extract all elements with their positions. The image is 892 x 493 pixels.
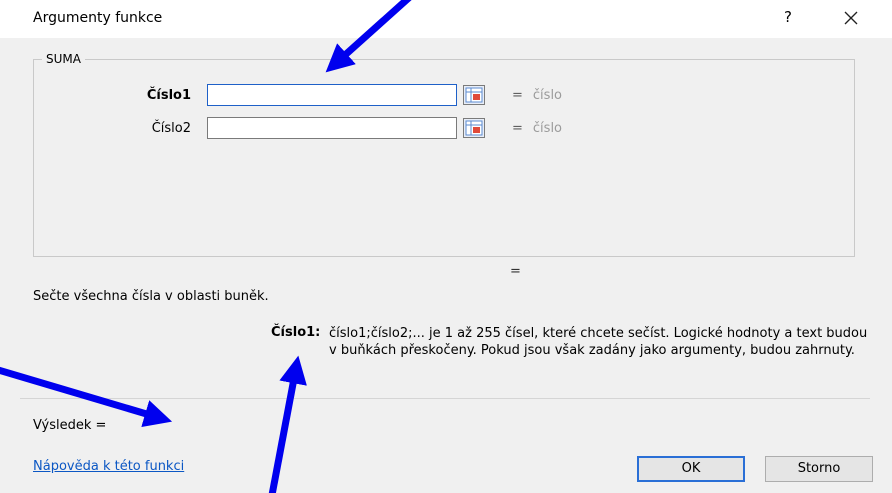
help-button[interactable]: ? (778, 8, 798, 26)
result-label: Výsledek = (33, 418, 107, 433)
arg2-result-prefix: = (512, 121, 523, 136)
arg2-input[interactable] (207, 117, 457, 139)
collapse-range-icon (465, 87, 483, 103)
dialog-title: Argumenty funkce (33, 10, 163, 26)
function-arguments-dialog: Argumenty funkce ? SUMA Číslo1 = číslo Čí… (0, 0, 892, 493)
separator (20, 398, 870, 399)
arg1-input[interactable] (207, 84, 457, 106)
arg1-result-value: číslo (532, 88, 563, 103)
cancel-button[interactable]: Storno (765, 456, 873, 482)
close-button[interactable] (836, 4, 866, 32)
collapse-range-icon (465, 120, 483, 136)
close-icon (844, 11, 858, 25)
function-description: Sečte všechna čísla v oblasti buněk. (33, 289, 269, 304)
arg2-result-value: číslo (532, 121, 563, 136)
arg2-label: Číslo2 (151, 121, 191, 136)
formula-result-equals: = (510, 264, 521, 279)
arg1-range-picker-button[interactable] (463, 85, 485, 105)
arg1-label: Číslo1 (146, 88, 191, 103)
arg1-result-prefix: = (512, 88, 523, 103)
arg2-range-picker-button[interactable] (463, 118, 485, 138)
help-link[interactable]: Nápověda k této funkci (33, 459, 184, 474)
argument-help-text: číslo1;číslo2;... je 1 až 255 čísel, kte… (329, 326, 868, 358)
function-name: SUMA (42, 52, 85, 66)
arg2-result: = číslo (512, 121, 562, 136)
title-bar: Argumenty funkce ? (0, 0, 892, 38)
argument-help-label: Číslo1: (271, 325, 321, 340)
arg1-result: = číslo (512, 88, 562, 103)
ok-button[interactable]: OK (637, 456, 745, 482)
